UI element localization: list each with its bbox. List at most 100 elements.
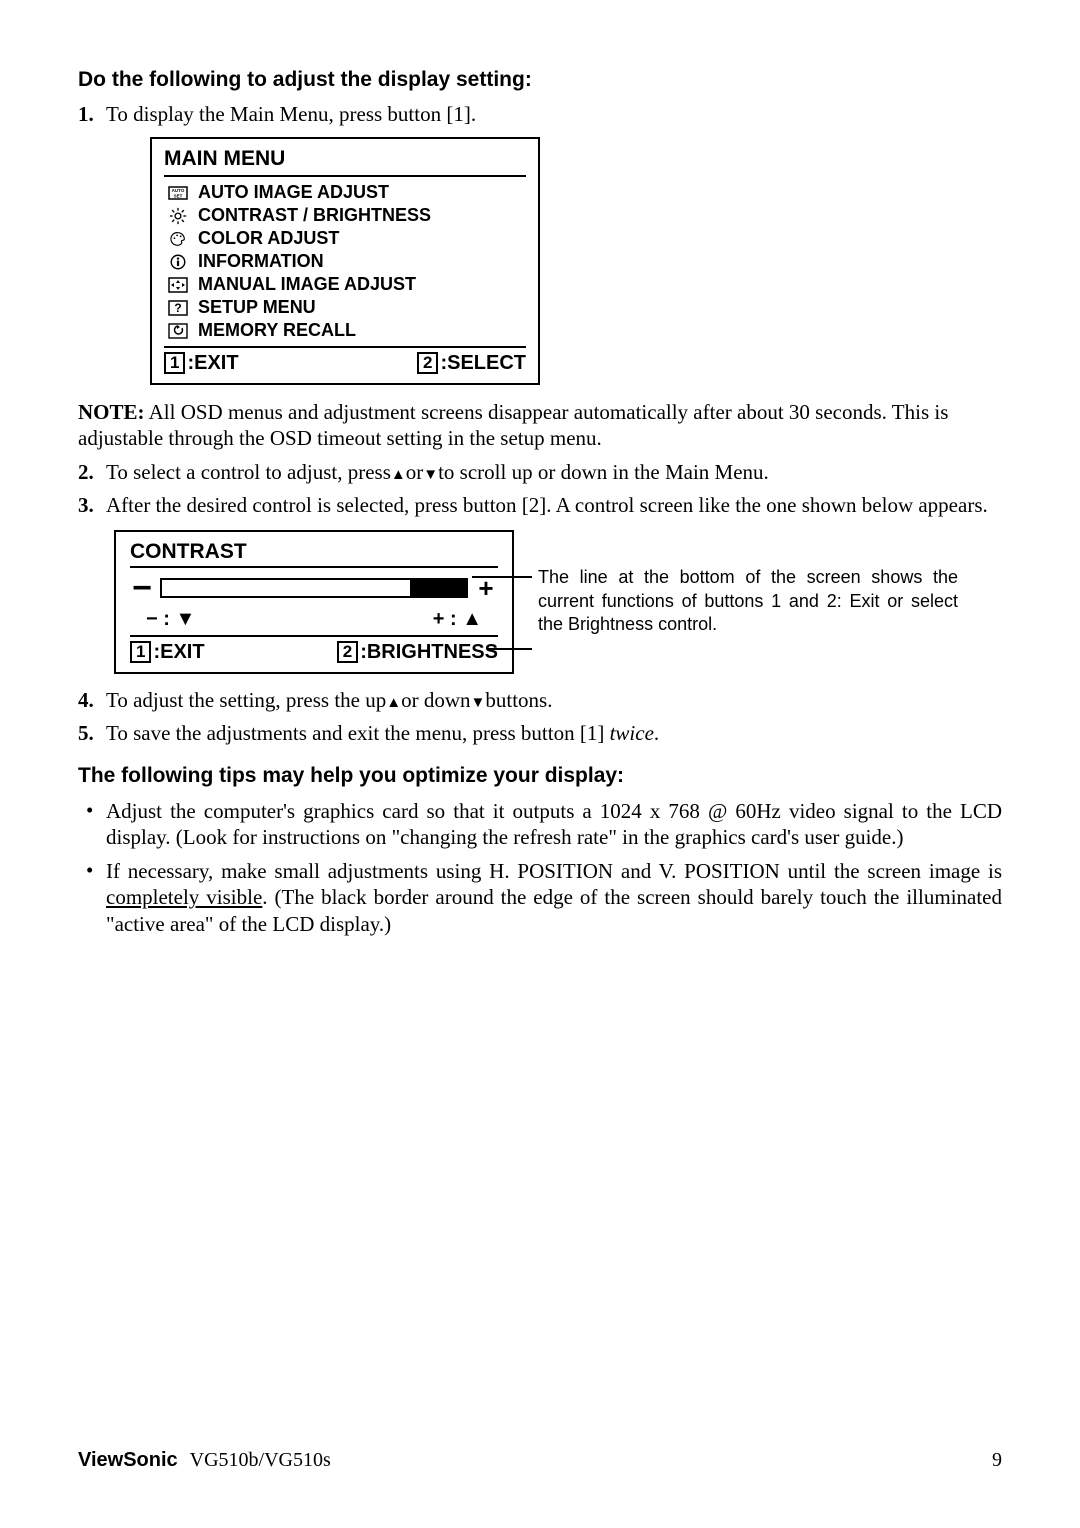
menu-label: AUTO IMAGE ADJUST xyxy=(198,182,389,203)
step-4-num: 4. xyxy=(78,688,106,713)
down-triangle-icon xyxy=(423,460,438,484)
bullet-icon: • xyxy=(86,798,106,823)
bullet-icon: • xyxy=(86,858,106,883)
menu-item-auto-image-adjust: AUTOSET AUTO IMAGE ADJUST xyxy=(164,181,526,204)
up-triangle-icon xyxy=(391,460,406,484)
menu-item-contrast-brightness: CONTRAST / BRIGHTNESS xyxy=(164,204,526,227)
key-1: 1 xyxy=(130,641,151,663)
menu-item-color-adjust: COLOR ADJUST xyxy=(164,227,526,250)
manual-adjust-icon xyxy=(166,276,190,294)
step-2-b: or xyxy=(406,460,424,484)
step-4-c: buttons. xyxy=(485,688,552,712)
menu-label: SETUP MENU xyxy=(198,297,316,318)
main-menu-box: MAIN MENU AUTOSET AUTO IMAGE ADJUST CONT… xyxy=(150,137,540,385)
step-1-text: To display the Main Menu, press button [… xyxy=(106,102,1002,127)
page-footer: ViewSonic VG510b/VG510s 9 xyxy=(78,1449,1002,1472)
step-3-text: After the desired control is selected, p… xyxy=(106,493,1002,518)
contrast-brightness-label: :BRIGHTNESS xyxy=(360,641,498,663)
step-2-num: 2. xyxy=(78,460,106,485)
leader-line-icon xyxy=(472,576,532,578)
plus-icon: + xyxy=(474,579,498,597)
contrast-footer-exit: 1:EXIT xyxy=(130,641,205,664)
contrast-box: CONTRAST − + − : ▼ + : ▲ 1:EXIT 2:BRIGHT… xyxy=(114,530,514,674)
main-menu-footer: 1:EXIT 2:SELECT xyxy=(152,348,538,383)
slider-fill xyxy=(410,580,466,596)
tip-1-text: Adjust the computer's graphics card so t… xyxy=(106,798,1002,851)
tip-2-b: completely visible xyxy=(106,885,262,909)
note-label: NOTE: xyxy=(78,400,145,424)
contrast-slider-row: − + xyxy=(116,568,512,604)
step-3-num: 3. xyxy=(78,493,106,518)
step-5-a: To save the adjustments and exit the men… xyxy=(106,721,610,745)
menu-item-setup-menu: ? SETUP MENU xyxy=(164,296,526,319)
menu-label: MEMORY RECALL xyxy=(198,320,356,341)
note-paragraph: NOTE: All OSD menus and adjustment scree… xyxy=(78,399,1002,452)
caption-text: The line at the bottom of the screen sho… xyxy=(538,566,958,636)
contrast-caption: The line at the bottom of the screen sho… xyxy=(538,566,958,636)
question-icon: ? xyxy=(166,299,190,317)
step-5-b: twice xyxy=(610,721,654,745)
step-4-a: To adjust the setting, press the up xyxy=(106,688,386,712)
key-1: 1 xyxy=(164,352,185,374)
heading-tips: The following tips may help you optimize… xyxy=(78,764,1002,788)
contrast-footer-brightness: 2:BRIGHTNESS xyxy=(337,641,498,664)
menu-item-manual-image-adjust: MANUAL IMAGE ADJUST xyxy=(164,273,526,296)
tip-2-text: If necessary, make small adjustments usi… xyxy=(106,858,1002,937)
step-4: 4. To adjust the setting, press the up or… xyxy=(78,688,1002,713)
slider-track xyxy=(160,578,468,598)
step-2-c: to scroll up or down in the Main Menu. xyxy=(438,460,769,484)
footer-exit: 1:EXIT xyxy=(164,352,239,375)
footer-page-number: 9 xyxy=(992,1449,1002,1472)
info-icon xyxy=(166,253,190,271)
minus-arrow-label: − : ▼ xyxy=(146,608,195,631)
contrast-exit-label: :EXIT xyxy=(153,641,204,663)
footer-select: 2:SELECT xyxy=(417,352,526,375)
main-menu-items: AUTOSET AUTO IMAGE ADJUST CONTRAST / BRI… xyxy=(164,175,526,348)
key-2: 2 xyxy=(337,641,358,663)
footer-model: VG510b/VG510s xyxy=(190,1449,331,1471)
contrast-footer: 1:EXIT 2:BRIGHTNESS xyxy=(116,637,512,672)
svg-text:SET: SET xyxy=(174,193,183,198)
recall-icon xyxy=(166,322,190,340)
step-4-text: To adjust the setting, press the up or do… xyxy=(106,688,1002,713)
menu-label: INFORMATION xyxy=(198,251,324,272)
step-5-text: To save the adjustments and exit the men… xyxy=(106,721,1002,746)
step-2: 2. To select a control to adjust, press o… xyxy=(78,460,1002,485)
up-triangle-icon xyxy=(386,688,401,712)
tip-2-a: If necessary, make small adjustments usi… xyxy=(106,859,1002,883)
menu-item-memory-recall: MEMORY RECALL xyxy=(164,319,526,342)
svg-text:AUTO: AUTO xyxy=(172,188,185,193)
minus-icon: − xyxy=(130,579,154,597)
leader-line-icon xyxy=(488,648,532,650)
menu-label: COLOR ADJUST xyxy=(198,228,339,249)
exit-label: :EXIT xyxy=(187,352,238,374)
step-1: 1. To display the Main Menu, press butto… xyxy=(78,102,1002,127)
contrast-arrow-row: − : ▼ + : ▲ xyxy=(116,604,512,635)
down-triangle-icon xyxy=(471,688,486,712)
tip-2: • If necessary, make small adjustments u… xyxy=(86,858,1002,937)
plus-arrow-label: + : ▲ xyxy=(433,608,482,631)
tip-1: • Adjust the computer's graphics card so… xyxy=(86,798,1002,851)
step-1-num: 1. xyxy=(78,102,106,127)
menu-label: MANUAL IMAGE ADJUST xyxy=(198,274,416,295)
step-5-c: . xyxy=(654,721,659,745)
step-4-b: or down xyxy=(401,688,470,712)
key-2: 2 xyxy=(417,352,438,374)
auto-set-icon: AUTOSET xyxy=(166,184,190,202)
select-label: :SELECT xyxy=(440,352,526,374)
svg-text:?: ? xyxy=(174,301,181,315)
step-5-num: 5. xyxy=(78,721,106,746)
palette-icon xyxy=(166,230,190,248)
step-3: 3. After the desired control is selected… xyxy=(78,493,1002,518)
footer-left: ViewSonic VG510b/VG510s xyxy=(78,1449,331,1472)
brightness-icon xyxy=(166,207,190,225)
main-menu-title: MAIN MENU xyxy=(152,139,538,175)
step-2-a: To select a control to adjust, press xyxy=(106,460,391,484)
note-text: All OSD menus and adjustment screens dis… xyxy=(78,400,948,450)
heading-do-the-following: Do the following to adjust the display s… xyxy=(78,68,1002,92)
step-2-text: To select a control to adjust, press orto… xyxy=(106,460,1002,485)
menu-item-information: INFORMATION xyxy=(164,250,526,273)
footer-brand: ViewSonic xyxy=(78,1449,178,1471)
contrast-title: CONTRAST xyxy=(116,532,512,566)
step-5: 5. To save the adjustments and exit the … xyxy=(78,721,1002,746)
